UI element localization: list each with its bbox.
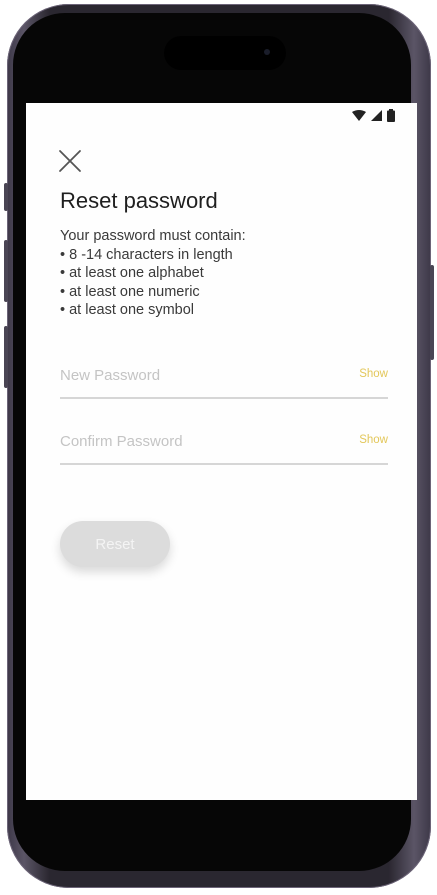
confirm-password-input[interactable] bbox=[60, 423, 330, 459]
requirement-item: • at least one numeric bbox=[60, 283, 200, 300]
wifi-icon bbox=[352, 110, 366, 121]
battery-icon bbox=[387, 109, 395, 122]
reset-password-screen: Reset password Your password must contai… bbox=[26, 103, 417, 800]
status-bar bbox=[352, 109, 395, 122]
requirement-item: • at least one alphabet bbox=[60, 265, 204, 281]
power-button bbox=[430, 265, 434, 360]
new-password-field: Show bbox=[60, 357, 388, 399]
password-requirements: Your password must contain: • 8 -14 char… bbox=[60, 227, 246, 320]
new-password-input[interactable] bbox=[60, 357, 330, 393]
show-new-password-toggle[interactable]: Show bbox=[359, 368, 388, 380]
reset-button[interactable]: Reset bbox=[60, 521, 170, 567]
requirement-item: • at least one symbol bbox=[60, 302, 195, 318]
show-confirm-password-toggle[interactable]: Show bbox=[359, 434, 388, 446]
action-button bbox=[4, 183, 8, 211]
confirm-password-field: Show bbox=[60, 423, 388, 465]
front-camera bbox=[264, 49, 270, 55]
cellular-signal-icon bbox=[371, 110, 382, 121]
volume-down-button bbox=[4, 326, 8, 388]
requirement-item: • 8 -14 characters in length bbox=[60, 246, 233, 263]
page-title: Reset password bbox=[60, 188, 218, 213]
volume-up-button bbox=[4, 240, 8, 302]
close-icon[interactable] bbox=[57, 148, 83, 174]
requirements-intro: Your password must contain: bbox=[60, 228, 246, 244]
